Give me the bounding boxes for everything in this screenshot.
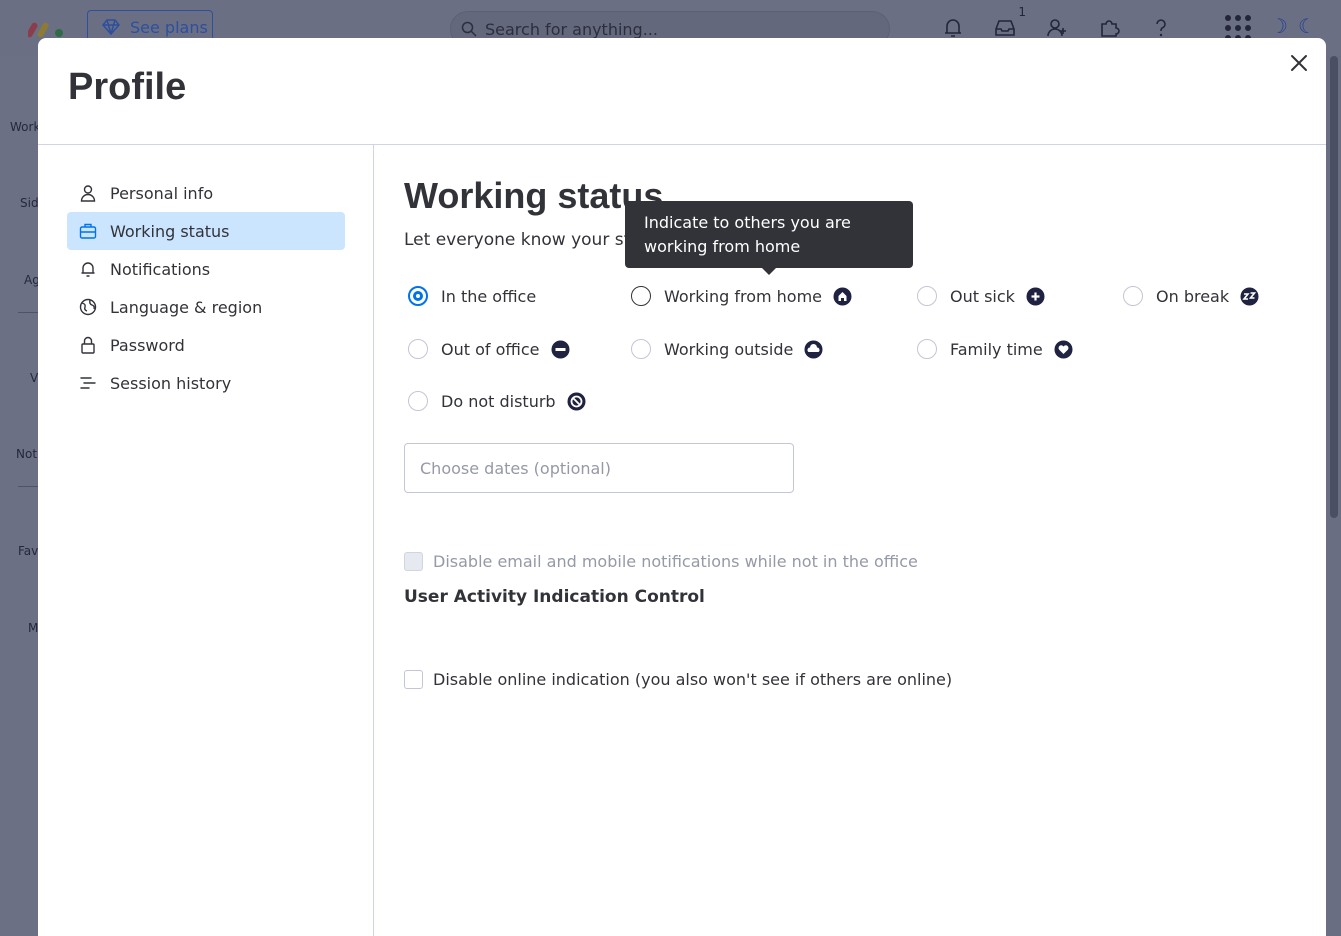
search-icon xyxy=(461,21,477,37)
minus-icon xyxy=(551,340,569,358)
rail-item[interactable]: Sid xyxy=(20,196,39,210)
profile-sidebar: Personal info Working status Notificatio… xyxy=(38,145,374,936)
status-option-working-from-home[interactable]: Working from home xyxy=(631,286,852,306)
status-option-label: On break xyxy=(1156,286,1230,306)
cloud-icon xyxy=(804,340,823,358)
working-from-home-tooltip: Indicate to others you are working from … xyxy=(625,201,913,275)
home-icon xyxy=(833,287,852,305)
status-option-label: Do not disturb xyxy=(441,391,556,411)
radio-button[interactable] xyxy=(917,339,937,359)
sidebar-item-password[interactable]: Password xyxy=(67,326,345,364)
rail-item[interactable]: Fav xyxy=(18,544,38,558)
plus-icon xyxy=(1026,287,1045,305)
radio-button[interactable] xyxy=(631,339,651,359)
section-subtitle: Let everyone know your st xyxy=(404,230,631,250)
sidebar-item-personal-info[interactable]: Personal info xyxy=(67,174,345,212)
list-icon xyxy=(80,377,96,389)
do-not-disturb-icon xyxy=(567,392,586,410)
rail-item[interactable]: V xyxy=(30,371,38,385)
rail-item[interactable]: M xyxy=(28,621,38,635)
search-placeholder: Search for anything... xyxy=(485,19,658,39)
lock-icon xyxy=(81,336,95,354)
left-rail: Work Sid Ag V Not Fav M xyxy=(0,56,40,936)
moon-icon: ☾ xyxy=(1298,14,1316,38)
globe-icon xyxy=(79,298,97,316)
status-option-working-outside[interactable]: Working outside xyxy=(631,339,823,359)
moon-icon: ☽ xyxy=(1270,14,1288,38)
heart-icon xyxy=(1054,340,1073,358)
rail-item[interactable]: Not xyxy=(16,447,37,461)
status-option-out-sick[interactable]: Out sick xyxy=(917,286,1045,306)
zzz-icon xyxy=(1240,287,1259,305)
disable-notifications-checkbox[interactable] xyxy=(404,552,423,571)
profile-modal: Profile Personal info Working status Not… xyxy=(38,38,1326,936)
modal-title: Profile xyxy=(68,66,187,108)
disable-notifications-row: Disable email and mobile notifications w… xyxy=(404,552,918,571)
status-option-label: Out sick xyxy=(950,286,1015,306)
sidebar-item-notifications[interactable]: Notifications xyxy=(67,250,345,288)
disable-online-checkbox[interactable] xyxy=(404,670,423,689)
close-button[interactable] xyxy=(1286,50,1312,76)
see-plans-label: See plans xyxy=(130,17,208,37)
disable-online-row: Disable online indication (you also won'… xyxy=(404,670,952,689)
briefcase-icon xyxy=(79,223,97,239)
radio-button[interactable] xyxy=(408,339,428,359)
sidebar-item-label: Password xyxy=(110,335,185,355)
sidebar-item-working-status[interactable]: Working status xyxy=(67,212,345,250)
status-option-label: In the office xyxy=(441,286,537,306)
bell-icon xyxy=(81,262,95,277)
choose-dates-input[interactable] xyxy=(404,443,794,493)
radio-button[interactable] xyxy=(917,286,937,306)
sidebar-item-label: Language & region xyxy=(110,297,263,317)
inbox-badge: 1 xyxy=(1018,5,1026,19)
status-option-in-the-office[interactable]: In the office xyxy=(408,286,536,306)
rail-divider xyxy=(18,312,38,313)
modal-header: Profile xyxy=(38,38,1326,145)
status-option-family-time[interactable]: Family time xyxy=(917,339,1073,359)
monday-logo-icon xyxy=(28,22,63,38)
status-option-do-not-disturb[interactable]: Do not disturb xyxy=(408,391,586,411)
status-option-on-break[interactable]: On break xyxy=(1123,286,1259,306)
activity-control-heading: User Activity Indication Control xyxy=(404,587,705,607)
page-scrollbar[interactable] xyxy=(1326,56,1341,936)
radio-button[interactable] xyxy=(408,391,428,411)
sidebar-item-session-history[interactable]: Session history xyxy=(67,364,345,402)
person-icon xyxy=(80,185,96,202)
status-option-label: Family time xyxy=(950,339,1043,359)
rail-item[interactable]: Work xyxy=(10,120,40,134)
disable-online-label: Disable online indication (you also won'… xyxy=(433,670,953,689)
sidebar-item-label: Working status xyxy=(110,221,230,241)
close-icon xyxy=(1291,55,1307,71)
status-option-label: Working outside xyxy=(664,339,794,359)
sidebar-item-language-region[interactable]: Language & region xyxy=(67,288,345,326)
status-option-out-of-office[interactable]: Out of office xyxy=(408,339,570,359)
disable-notifications-label: Disable email and mobile notifications w… xyxy=(433,552,918,571)
status-option-label: Working from home xyxy=(664,286,823,306)
scrollbar-thumb[interactable] xyxy=(1330,56,1338,518)
radio-button[interactable] xyxy=(408,286,428,306)
radio-button[interactable] xyxy=(1123,286,1143,306)
status-option-label: Out of office xyxy=(441,339,540,359)
sidebar-item-label: Notifications xyxy=(110,259,211,279)
sidebar-item-label: Personal info xyxy=(110,183,214,203)
rail-divider xyxy=(18,486,38,487)
radio-button[interactable] xyxy=(631,286,651,306)
diamond-icon xyxy=(102,19,120,35)
sidebar-item-label: Session history xyxy=(110,373,232,393)
